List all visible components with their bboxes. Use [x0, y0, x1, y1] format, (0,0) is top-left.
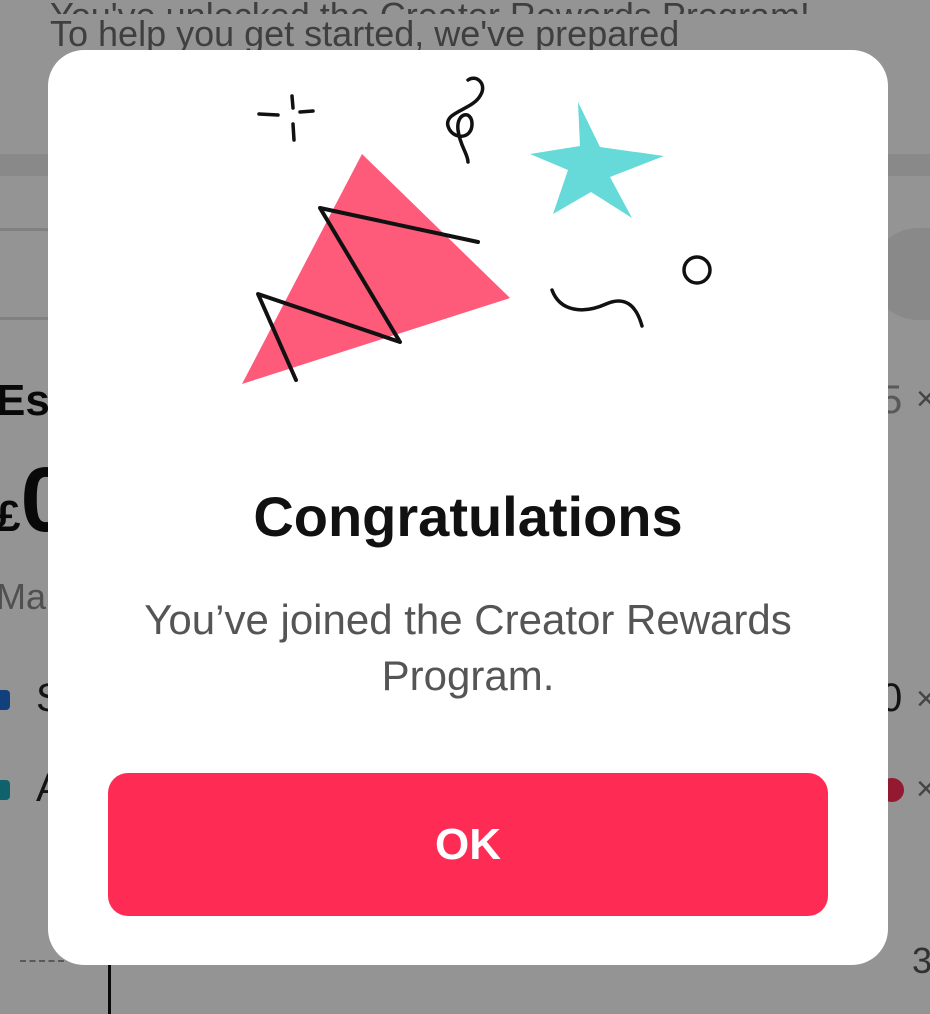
party-confetti-illustration	[242, 76, 712, 384]
star-icon	[530, 102, 664, 218]
congratulations-dialog: Congratulations You’ve joined the Creato…	[48, 50, 888, 965]
sparkle-icon	[257, 94, 315, 142]
dialog-message: You’ve joined the Creator Rewards Progra…	[144, 596, 792, 699]
loop-squiggle-icon	[446, 76, 485, 164]
ok-button[interactable]: OK	[108, 773, 828, 916]
circle-confetti-icon	[682, 255, 712, 285]
wave-squiggle-icon	[550, 288, 644, 328]
dialog-title: Congratulations	[253, 485, 683, 548]
